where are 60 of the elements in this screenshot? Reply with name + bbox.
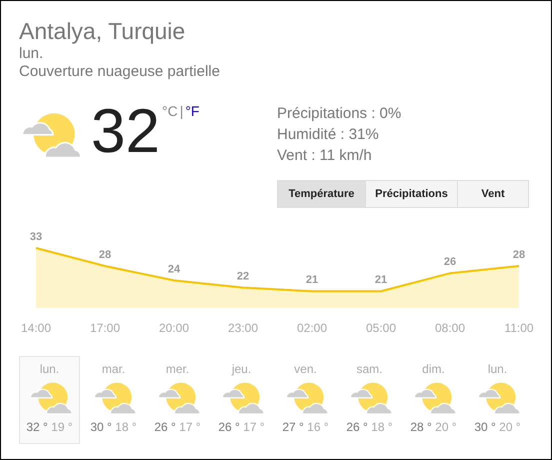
detail-line: Vent : 11 km/h (277, 146, 373, 166)
day-name: ven. (294, 362, 317, 376)
day-name: mar. (102, 362, 126, 376)
high-temperature: 27 ° (282, 420, 304, 434)
low-temperature: 18 ° (371, 420, 393, 434)
data-label: 22 (236, 270, 250, 283)
chart-tab[interactable]: Température (277, 180, 366, 208)
data-label: 26 (444, 256, 456, 268)
data-label: 24 (168, 263, 180, 276)
day-name: dim. (422, 362, 445, 376)
chart-tab[interactable]: Précipitations (365, 180, 458, 208)
forecast-day[interactable]: mer. 26 ° 17 ° (147, 356, 208, 444)
chart-tab[interactable]: Vent (457, 180, 529, 208)
low-temperature: 20 ° (499, 420, 521, 434)
forecast-day[interactable]: dim. 28 ° 20 ° (403, 356, 464, 444)
day-name: mer. (166, 362, 190, 376)
time-label: 23:00 (228, 321, 258, 335)
data-label: 33 (30, 231, 42, 243)
day-name: lun. (40, 362, 60, 376)
forecast-day[interactable]: ven. 27 ° 16 ° (275, 356, 336, 444)
high-temperature: 30 ° (474, 420, 496, 434)
time-label: 05:00 (366, 321, 396, 335)
forecast-day[interactable]: lun. 32 ° 19 ° (19, 356, 80, 444)
day-name: sam. (356, 362, 382, 376)
low-temperature: 17 ° (179, 420, 201, 434)
time-label: 08:00 (434, 321, 466, 335)
data-label: 28 (512, 249, 526, 261)
data-label: 21 (306, 274, 318, 286)
unit-toggle[interactable]: °F (185, 103, 200, 119)
high-temperature: 30 ° (90, 420, 112, 434)
data-label: 21 (374, 274, 388, 286)
low-temperature: 18 ° (115, 420, 137, 434)
condition-label: Couverture nuageuse partielle (19, 63, 221, 81)
time-label: 20:00 (158, 321, 190, 335)
current-temperature: 32 (91, 103, 160, 161)
location-title: Antalya, Turquie (19, 17, 186, 45)
forecast-day[interactable]: mar. 30 ° 18 ° (83, 356, 144, 444)
unit-separator: | (180, 103, 184, 119)
forecast-day[interactable]: jeu. 26 ° 17 ° (211, 356, 272, 444)
forecast-day[interactable]: lun. 30 ° 20 ° (467, 356, 528, 444)
low-temperature: 20 ° (435, 420, 457, 434)
high-temperature: 32 ° (26, 420, 48, 434)
day-name: jeu. (232, 362, 252, 376)
forecast-day[interactable]: sam. 26 ° 18 ° (339, 356, 400, 444)
data-label: 28 (98, 249, 112, 261)
high-temperature: 26 ° (218, 420, 240, 434)
day-name: lun. (488, 362, 508, 376)
low-temperature: 16 ° (307, 420, 329, 434)
time-label: 17:00 (90, 321, 120, 335)
detail-line: Précipitations : 0% (277, 104, 402, 124)
time-label: 11:00 (504, 321, 534, 335)
detail-line: Humidité : 31% (277, 125, 380, 145)
high-temperature: 28 ° (410, 420, 432, 434)
high-temperature: 26 ° (346, 420, 368, 434)
time-label: 02:00 (296, 321, 328, 335)
low-temperature: 19 ° (51, 420, 73, 434)
high-temperature: 26 ° (154, 420, 176, 434)
low-temperature: 17 ° (243, 420, 265, 434)
time-label: 14:00 (20, 321, 52, 335)
day-label: lun. (19, 45, 44, 63)
